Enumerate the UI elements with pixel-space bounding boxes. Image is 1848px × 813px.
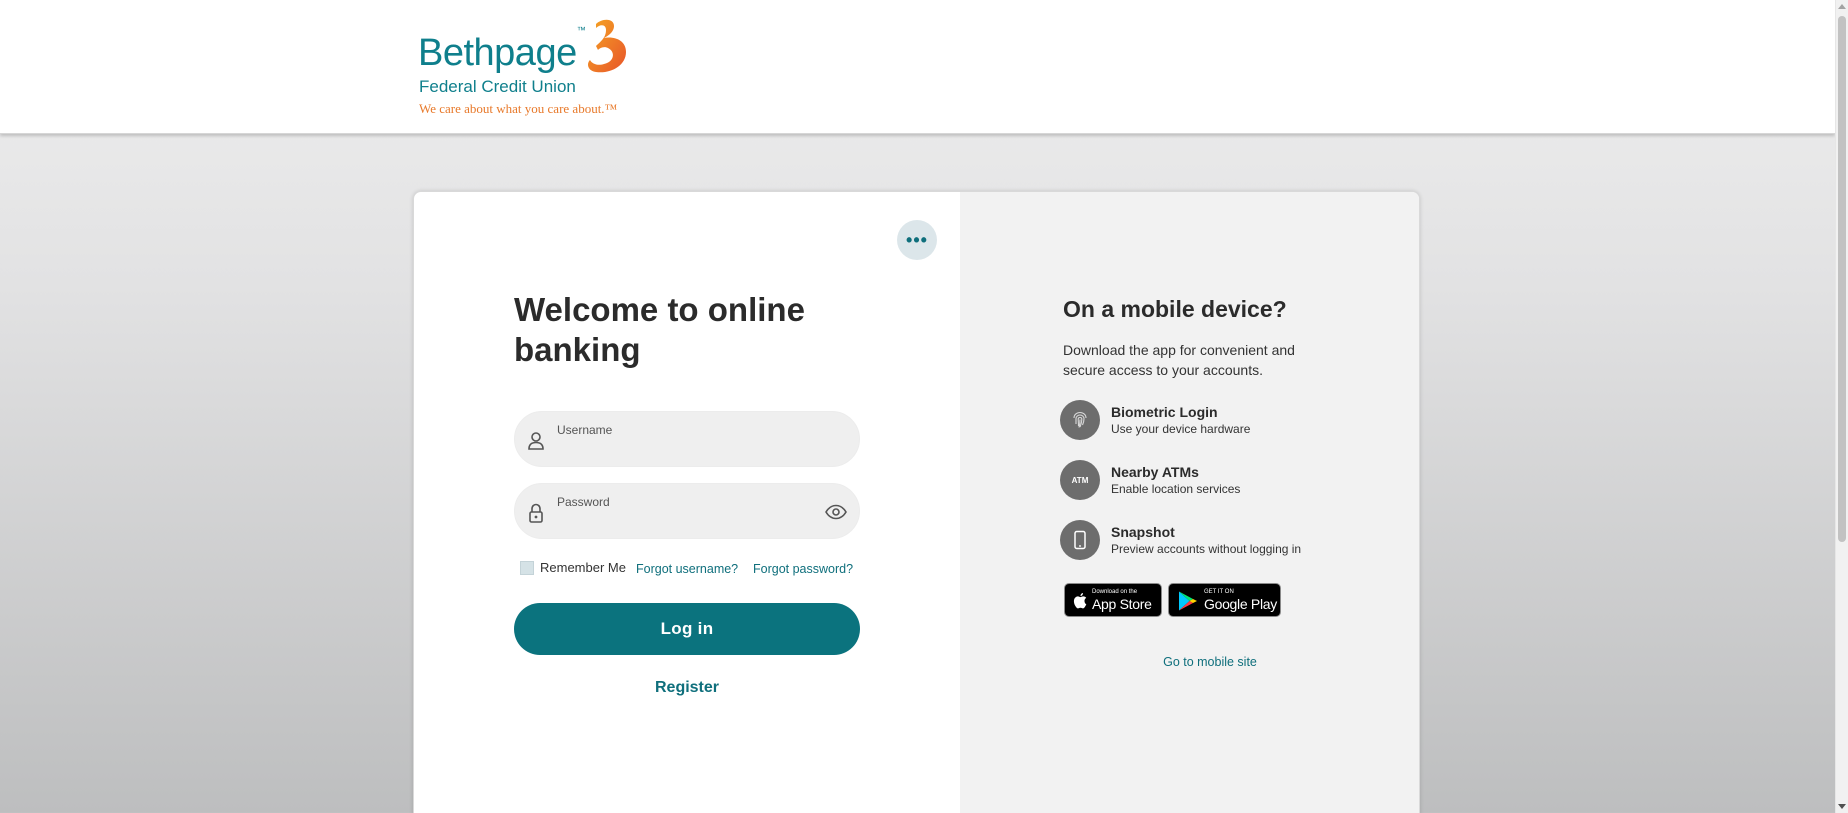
feature-title: Nearby ATMs: [1111, 464, 1199, 480]
atm-icon: ATM: [1060, 460, 1100, 500]
feature-description: Use your device hardware: [1111, 422, 1251, 436]
username-field[interactable]: Username: [514, 411, 860, 467]
forgot-username-link[interactable]: Forgot username?: [636, 562, 738, 576]
register-link[interactable]: Register: [514, 679, 860, 697]
feature-snapshot: Snapshot Preview accounts without loggin…: [1060, 520, 1360, 562]
logo-subtitle: Federal Credit Union: [419, 77, 576, 96]
mobile-promo-panel: On a mobile device? Download the app for…: [960, 192, 1419, 813]
site-header: Bethpage™ Federal Credit Union We care a…: [0, 0, 1835, 134]
remember-me-box[interactable]: [520, 560, 534, 575]
scroll-up-arrow-icon[interactable]: [1838, 4, 1846, 9]
logo-wordmark: Bethpage™: [418, 25, 586, 74]
page-scrollbar[interactable]: [1835, 0, 1848, 813]
feature-biometric-login: Biometric Login Use your device hardware: [1060, 400, 1360, 442]
mobile-heading: On a mobile device?: [1063, 296, 1287, 322]
feature-nearby-atms: ATM Nearby ATMs Enable location services: [1060, 460, 1360, 502]
password-field[interactable]: Password: [514, 483, 860, 539]
app-store-big-text: App Store: [1092, 596, 1152, 612]
app-store-badge[interactable]: Download on the App Store: [1064, 583, 1162, 617]
logo-b-mark-icon: [588, 19, 626, 73]
scroll-down-arrow-icon[interactable]: [1838, 804, 1846, 809]
user-icon: [528, 432, 544, 450]
welcome-heading: Welcome to online banking: [514, 291, 805, 368]
feature-description: Enable location services: [1111, 482, 1241, 496]
password-label: Password: [557, 495, 610, 509]
username-input[interactable]: [557, 440, 817, 460]
scrollbar-thumb[interactable]: [1838, 16, 1846, 542]
logo-tagline: We care about what you care about.™: [419, 101, 618, 116]
bethpage-logo[interactable]: Bethpage™ Federal Credit Union We care a…: [418, 18, 638, 118]
google-play-small-text: GET IT ON: [1204, 589, 1234, 595]
feature-title: Snapshot: [1111, 524, 1175, 540]
username-label: Username: [557, 423, 613, 437]
login-button[interactable]: Log in: [514, 603, 860, 655]
mobile-description: Download the app for convenient and secu…: [1063, 342, 1295, 378]
google-play-badge[interactable]: GET IT ON Google Play: [1168, 583, 1281, 617]
app-store-small-text: Download on the: [1092, 589, 1138, 595]
phone-icon: [1060, 520, 1100, 560]
forgot-password-link[interactable]: Forgot password?: [753, 562, 853, 576]
remember-me-label: Remember Me: [540, 560, 626, 575]
login-card: ••• Welcome to online banking Username P…: [413, 191, 1420, 813]
eye-icon[interactable]: [825, 504, 847, 520]
more-options-button[interactable]: •••: [897, 220, 937, 260]
apple-icon: [1073, 593, 1087, 609]
google-play-big-text: Google Play: [1204, 596, 1277, 612]
feature-title: Biometric Login: [1111, 404, 1218, 420]
fingerprint-icon: [1060, 400, 1100, 440]
password-input[interactable]: [557, 512, 817, 532]
remember-me-checkbox[interactable]: Remember Me: [520, 560, 626, 575]
lock-icon: [529, 503, 543, 523]
go-to-mobile-site-link[interactable]: Go to mobile site: [960, 655, 1419, 669]
google-play-icon: [1179, 591, 1197, 611]
feature-description: Preview accounts without logging in: [1111, 542, 1302, 556]
